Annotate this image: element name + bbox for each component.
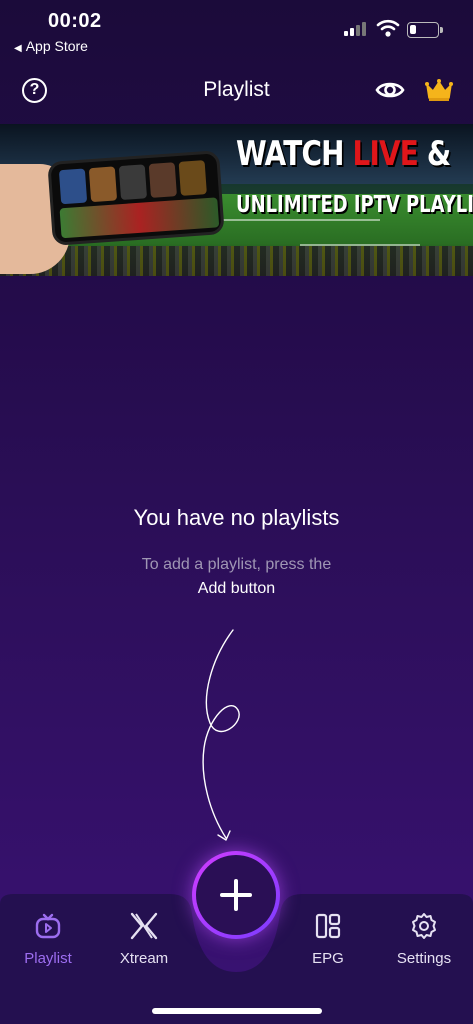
tab-settings-label: Settings [396, 950, 452, 967]
x-logo-icon [130, 912, 158, 940]
banner-watch: WATCH [236, 134, 353, 174]
tab-playlist-label: Playlist [24, 950, 72, 967]
tab-settings[interactable]: Settings [379, 912, 469, 967]
tab-epg[interactable]: EPG [283, 912, 373, 967]
back-to-app-store[interactable]: ◀ App Store [14, 38, 88, 54]
crown-icon[interactable] [424, 78, 454, 102]
tab-xtream-label: Xtream [119, 950, 169, 967]
back-app-label: App Store [25, 38, 88, 54]
status-bar: 00:02 ◀ App Store [0, 0, 473, 62]
add-playlist-button[interactable] [192, 851, 280, 939]
signal-icon [344, 20, 370, 36]
back-triangle-icon: ◀ [14, 43, 22, 54]
battery-icon [407, 22, 443, 38]
eye-icon[interactable] [375, 78, 405, 102]
curly-arrow-icon [202, 629, 240, 841]
empty-state-hint-emphasis: Add button [197, 580, 276, 597]
field-line [220, 219, 380, 221]
wifi-icon [376, 19, 400, 37]
banner-subheadline: UNLIMITED IPTV PLAYLIST [236, 192, 473, 218]
header: ? Playlist [0, 62, 473, 122]
banner-headline: WATCH LIVE & [236, 134, 451, 174]
banner-live: LIVE [352, 134, 419, 174]
empty-state-hint: To add a playlist, press the [141, 556, 332, 573]
crowd [0, 246, 473, 276]
tab-xtream[interactable]: Xtream [99, 912, 189, 967]
empty-state-title: You have no playlists [133, 505, 340, 530]
promo-banner[interactable]: WATCH LIVE & UNLIMITED IPTV PLAYLIST [0, 124, 473, 276]
grid-icon [315, 913, 341, 939]
tab-playlist[interactable]: Playlist [3, 912, 93, 967]
gear-icon [412, 913, 436, 939]
phone-image [47, 150, 225, 246]
play-tv-icon [35, 913, 61, 939]
tab-epg-label: EPG [312, 950, 344, 967]
status-time: 00:02 [48, 10, 102, 32]
banner-amp: & [418, 134, 451, 174]
home-indicator[interactable] [152, 1008, 322, 1014]
